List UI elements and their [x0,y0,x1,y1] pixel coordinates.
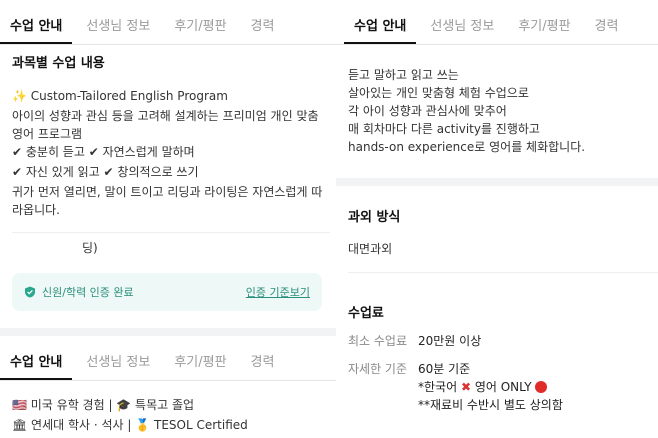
intro-line-5: hands-on experience로 영어를 체화합니다. [348,140,586,154]
tab-teacher-info-3[interactable]: 선생님 정보 [420,15,504,44]
tab-lesson-info-2[interactable]: 수업 안내 [0,351,73,380]
tab-lesson-info[interactable]: 수업 안내 [0,15,73,44]
method-value: 대면과외 [348,242,393,256]
tab-teacher-info[interactable]: 선생님 정보 [76,15,160,44]
tab-teacher-info-2[interactable]: 선생님 정보 [76,351,160,380]
fee-row-detail: 자세한 기준 60분 기준 *한국어 ✖ 영어 ONLY **재료비 수반시 별… [348,360,648,414]
verify-box: 신원/학력 인증 완료 인증 기준보기 [12,273,322,311]
detail-values: 60분 기준 *한국어 ✖ 영어 ONLY **재료비 수반시 별도 상의함 [418,360,563,414]
credential-line-2: 🏛 연세대 학사 · 석사 | 🥇 TESOL Certified [12,418,248,432]
tab-bar-3: 수업 안내 선생님 정보 후기/평판 경력 [336,0,658,45]
intro-line-2: 살아있는 개인 맞춤형 체험 수업으로 [348,86,529,100]
listen-speak-line: ✔ 충분히 듣고 ✔ 자연스럽게 말하며 [12,145,195,159]
verify-label: 신원/학력 인증 완료 [42,286,134,299]
ear-opens-line: 귀가 먼저 열리면, 말이 트이고 리딩과 라이팅은 자연스럽게 따라옵니다. [12,185,323,217]
red-circle-icon [535,381,548,393]
fee-table: 최소 수업료 20만원 이상 자세한 기준 60분 기준 *한국어 ✖ 영어 O… [348,332,648,414]
tab-career[interactable]: 경력 [241,15,285,44]
tab-career-2[interactable]: 경력 [241,351,285,380]
credential-line-1: 🇺🇸 미국 유학 경험 | 🎓 특목고 졸업 [12,398,195,412]
section-divider [336,178,658,186]
detail-line-3: **재료비 수반시 별도 상의함 [418,398,563,412]
verify-status: 신원/학력 인증 완료 [24,284,134,300]
tab-reviews-3[interactable]: 후기/평판 [508,15,580,44]
tab-career-3[interactable]: 경력 [585,15,629,44]
tab-bar: 수업 안내 선생님 정보 후기/평판 경력 [0,0,336,45]
detail-key: 자세한 기준 [348,362,408,376]
program-desc: 아이의 성향과 관심 등을 고려해 설계하는 프리미엄 개인 맞춤 영어 프로그… [12,109,319,141]
subject-content: 과목별 수업 내용 ✨ Custom-Tailored English Prog… [12,52,330,219]
intro-line-3: 각 아이 성향과 관심사에 맞추어 [348,104,507,118]
fee-title: 수업료 [348,306,384,321]
divider [348,272,658,273]
program-title: ✨ Custom-Tailored English Program [12,89,228,103]
english-only-text: 영어 ONLY [474,380,532,394]
peek-text: 딩) [82,241,98,255]
intro-block: 듣고 말하고 읽고 쓰는 살아있는 개인 맞춤형 체험 수업으로 각 아이 성향… [348,66,585,156]
tab-reviews[interactable]: 후기/평판 [164,15,236,44]
tab-bar-2: 수업 안내 선생님 정보 후기/평판 경력 [0,336,336,381]
korean-text: *한국어 [418,380,458,394]
peek-row: 딩) [12,232,330,261]
tab-lesson-info-3[interactable]: 수업 안내 [344,15,417,44]
detail-line-1: 60분 기준 [418,362,471,376]
right-panel: 수업 안내 선생님 정보 후기/평판 경력 듣고 말하고 읽고 쓰는 살아있는 … [336,0,658,438]
min-fee-key: 최소 수업료 [348,334,408,348]
shield-check-icon [25,286,35,298]
left-bottom-panel: 수업 안내 선생님 정보 후기/평판 경력 🇺🇸 미국 유학 경험 | 🎓 특목… [0,336,336,438]
tab-reviews-2[interactable]: 후기/평판 [164,351,236,380]
intro-line-1: 듣고 말하고 읽고 쓰는 [348,68,459,82]
detail-line-2: *한국어 ✖ 영어 ONLY [418,378,563,396]
min-fee-value: 20만원 이상 [418,334,482,348]
verify-criteria-link[interactable]: 인증 기준보기 [246,284,310,300]
cross-mark-icon: ✖ [460,380,472,394]
section-title-subject: 과목별 수업 내용 [12,56,105,71]
left-top-panel: 수업 안내 선생님 정보 후기/평판 경력 과목별 수업 내용 ✨ Custom… [0,0,336,328]
credentials: 🇺🇸 미국 유학 경험 | 🎓 특목고 졸업 🏛 연세대 학사 · 석사 | 🥇… [12,396,248,434]
read-write-line: ✔ 자신 있게 읽고 ✔ 창의적으로 쓰기 [12,165,199,179]
method-title: 과외 방식 [348,210,401,225]
fee-row-min: 최소 수업료 20만원 이상 [348,332,648,350]
intro-line-4: 매 회차마다 다른 activity를 진행하고 [348,122,540,136]
